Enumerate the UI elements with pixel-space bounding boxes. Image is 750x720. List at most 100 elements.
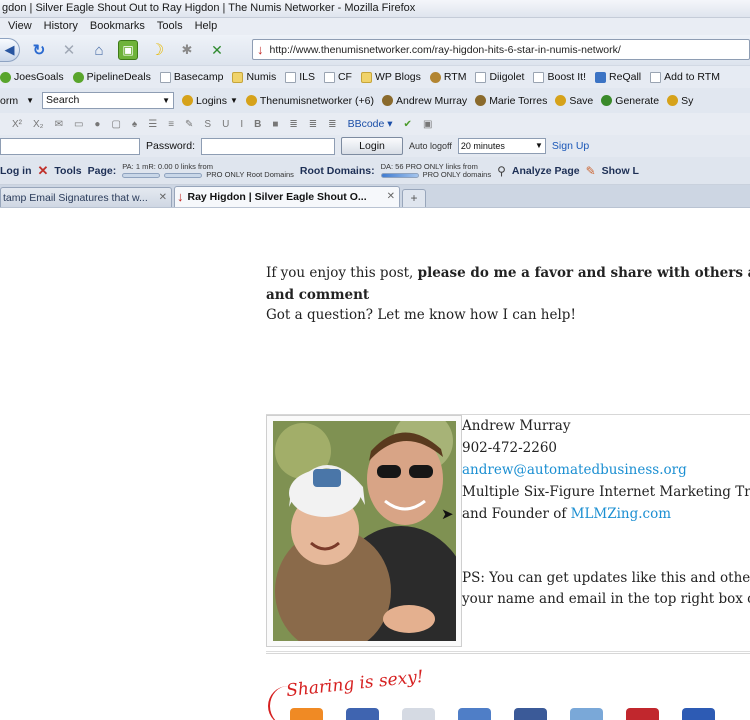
username-field[interactable] <box>0 137 140 155</box>
new-tab-button[interactable]: + <box>402 189 426 207</box>
bullet-list-icon[interactable]: ☰ <box>148 119 157 130</box>
stop-icon[interactable]: ✕ <box>58 39 80 61</box>
italic-icon[interactable]: I <box>240 119 243 130</box>
signature-ps: PS: You can get updates like this and ot… <box>462 568 750 610</box>
tab-email-signatures[interactable]: tamp Email Signatures that w... ✕ <box>0 187 172 207</box>
email-signature: Andrew Murray 902-472-2260 andrew@automa… <box>266 414 750 654</box>
url-bar[interactable]: ↓ http://www.thenumisnetworker.com/ray-h… <box>252 39 750 60</box>
bookmark-rtm[interactable]: RTM <box>429 71 466 83</box>
bookmark-add-to-rtm[interactable]: Add to RTM <box>650 71 720 83</box>
twitter-icon[interactable] <box>570 708 603 720</box>
bookmark-boost-it[interactable]: Boost It! <box>533 71 586 83</box>
moon-icon[interactable]: ☽ <box>146 39 168 61</box>
bookmark-joesgoals[interactable]: JoesGoals <box>0 71 64 83</box>
gear-icon[interactable]: ✱ <box>176 39 198 61</box>
myspace-icon[interactable] <box>458 708 491 720</box>
site-login-button[interactable]: Thenumisnetworker (+6) <box>245 94 374 107</box>
root-domains-label: Root Domains: <box>299 164 375 177</box>
home-icon[interactable]: ⌂ <box>88 39 110 61</box>
bookmark-wp-blogs[interactable]: WP Blogs <box>360 71 421 83</box>
identity-andrew-button[interactable]: Andrew Murray <box>381 95 467 107</box>
generate-label: Generate <box>615 94 660 107</box>
formatting-toolbar: X² X₂ ✉ ▭ ● ▢ ♠ ☰ ≡ ✎ S U I B ■ ≣ ≣ ≣ BB… <box>0 113 750 135</box>
bbcode-menu[interactable]: BBcode ▾ <box>348 118 393 130</box>
dropdown-arrow-icon[interactable]: ▼ <box>26 96 34 105</box>
menu-help[interactable]: Help <box>195 18 218 35</box>
save-label: Save <box>569 94 594 107</box>
back-button[interactable]: ◀ <box>0 38 20 62</box>
auto-logoff-select[interactable]: 20 minutes ▼ <box>457 138 546 154</box>
site-label: Thenumisnetworker (+6) <box>259 94 374 107</box>
divider <box>266 651 750 652</box>
bookmark-ils[interactable]: ILS <box>285 71 315 83</box>
mouse-cursor-icon: ➤ <box>441 506 454 523</box>
sync-button[interactable]: Sy <box>667 95 693 107</box>
analyze-page-button[interactable]: Analyze Page <box>512 165 580 177</box>
url-text: http://www.thenumisnetworker.com/ray-hig… <box>269 43 621 56</box>
search-input[interactable]: Search ▼ <box>42 92 175 109</box>
bookmark-reqall[interactable]: ReQall <box>595 71 641 83</box>
close-tab-icon[interactable]: ✕ <box>387 188 395 206</box>
superscript-icon[interactable]: X² <box>12 119 22 130</box>
reload-icon[interactable]: ↻ <box>28 39 50 61</box>
signup-link[interactable]: Sign Up <box>552 140 589 152</box>
email-share-icon[interactable] <box>626 708 659 720</box>
align-center-icon[interactable]: ≣ <box>309 119 317 130</box>
align-block-icon[interactable]: ■ <box>272 119 278 130</box>
numbered-list-icon[interactable]: ≡ <box>168 119 174 130</box>
check-icon[interactable]: ✔ <box>404 119 412 130</box>
logins-menu[interactable]: Logins ▼ <box>182 95 238 107</box>
menu-bookmarks[interactable]: Bookmarks <box>90 18 145 35</box>
brush-icon[interactable]: ♠ <box>132 119 137 130</box>
bookmark-diigolet[interactable]: Diigolet <box>475 71 524 83</box>
rss-icon[interactable] <box>290 708 323 720</box>
strikethrough-icon[interactable]: S <box>204 119 211 130</box>
menu-history[interactable]: History <box>44 18 78 35</box>
bookmark-cf[interactable]: CF <box>323 71 352 83</box>
share-icon[interactable] <box>682 708 715 720</box>
tab-ray-higdon[interactable]: ↓ Ray Higdon | Silver Eagle Shout O... ✕ <box>174 186 400 207</box>
arrows-icon[interactable]: ✕ <box>206 39 228 61</box>
bookmark-numis[interactable]: Numis <box>232 71 276 83</box>
password-field[interactable] <box>201 137 336 155</box>
tools-menu[interactable]: Tools <box>54 165 81 177</box>
email-icon[interactable]: ✉ <box>55 119 63 130</box>
auto-logoff-label: Auto logoff <box>409 141 452 151</box>
align-right-icon[interactable]: ≣ <box>328 119 336 130</box>
globe-icon[interactable]: ● <box>94 119 100 130</box>
generate-button[interactable]: Generate <box>601 95 659 107</box>
close-tab-icon[interactable]: ✕ <box>159 189 167 207</box>
bookmark-basecamp[interactable]: Basecamp <box>159 71 223 83</box>
align-left-icon[interactable]: ≣ <box>289 119 297 130</box>
frame-icon[interactable]: ▢ <box>111 119 120 130</box>
login-button[interactable]: Login <box>341 137 404 155</box>
digg-icon[interactable] <box>402 708 435 720</box>
image-icon[interactable]: ▭ <box>74 119 83 130</box>
save-button[interactable]: Save <box>555 95 593 107</box>
bold-icon[interactable]: B <box>254 119 261 130</box>
founder-prefix: and Founder of <box>462 506 571 522</box>
folder-icon <box>360 71 372 83</box>
signature-email-link[interactable]: andrew@automatedbusiness.org <box>462 459 750 481</box>
underline-icon[interactable]: U <box>222 119 229 130</box>
show-links-button[interactable]: Show L <box>602 165 639 177</box>
paint-icon[interactable]: ✎ <box>185 119 193 130</box>
subscript-icon[interactable]: X₂ <box>33 119 44 130</box>
joesgoals-icon <box>0 71 11 83</box>
delicious-icon[interactable] <box>346 708 379 720</box>
pencil-icon: ✎ <box>585 163 596 178</box>
window-icon[interactable]: ▣ <box>423 119 432 130</box>
menu-view[interactable]: View <box>8 18 32 35</box>
mlmzing-link[interactable]: MLMZing.com <box>571 506 671 522</box>
auto-logoff-value: 20 minutes <box>460 141 505 151</box>
addon-icon[interactable]: ▣ <box>118 40 138 60</box>
identity-marie-button[interactable]: Marie Torres <box>475 95 547 107</box>
ps-line-2: your name and email in the top right box… <box>462 591 750 607</box>
menu-tools[interactable]: Tools <box>157 18 183 35</box>
bookmark-pipelinedeals[interactable]: PipelineDeals <box>72 71 151 83</box>
signature-photo <box>273 421 456 641</box>
seo-login-link[interactable]: Log in <box>0 165 32 177</box>
form-label[interactable]: orm <box>0 95 18 107</box>
facebook-icon[interactable] <box>514 708 547 720</box>
da-bar <box>380 172 419 178</box>
